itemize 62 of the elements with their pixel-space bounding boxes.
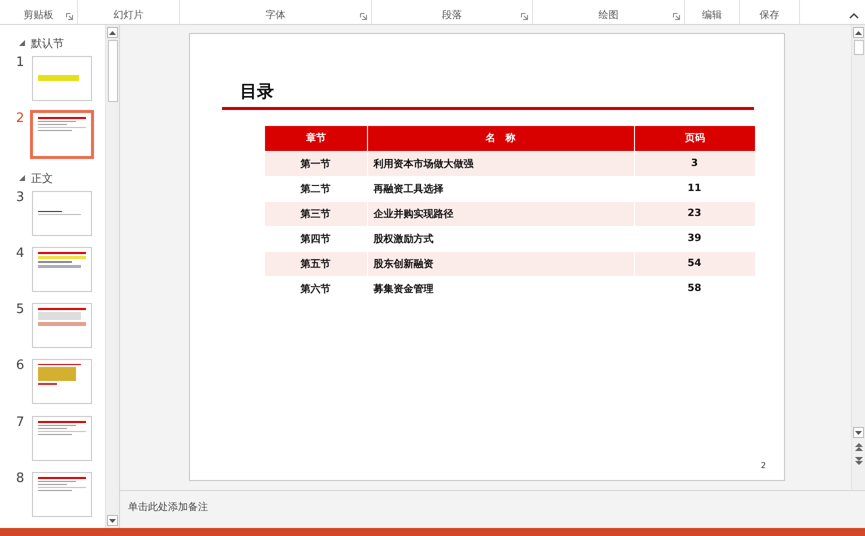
section-title[interactable]: 默认节	[31, 36, 64, 51]
scrollbar[interactable]	[105, 25, 119, 528]
scroll-up-button[interactable]	[107, 27, 118, 38]
slide-number: 3	[16, 190, 24, 207]
table-cell: 企业并购实现路径	[367, 201, 634, 226]
down-arrow-icon	[855, 430, 862, 434]
table-cell: 利用资本市场做大做强	[367, 151, 634, 176]
ribbon-group-label: 幻灯片	[114, 8, 144, 22]
ribbon-group-label: 剪贴板	[24, 8, 54, 22]
scroll-thumb[interactable]	[108, 40, 118, 102]
table-header: 章节	[265, 126, 368, 151]
collapse-ribbon-icon[interactable]	[849, 12, 859, 19]
table-header: 名 称	[367, 126, 634, 151]
dialog-launcher-icon[interactable]	[673, 13, 680, 20]
slide-number: 2	[16, 112, 24, 128]
slide-thumbnail[interactable]	[32, 247, 92, 292]
up-arrow-icon	[109, 30, 116, 34]
table-cell: 54	[634, 251, 756, 276]
scroll-down-button[interactable]	[107, 515, 118, 526]
slide-number: 4	[16, 247, 24, 263]
slide-number: 5	[16, 303, 24, 320]
dialog-launcher-icon[interactable]	[360, 13, 367, 20]
scroll-up-button[interactable]	[853, 27, 864, 38]
ribbon-group-label: 编辑	[702, 8, 722, 22]
slide-number: 8	[16, 472, 24, 488]
down-arrow-icon	[109, 518, 116, 522]
collapse-triangle-icon[interactable]	[19, 175, 25, 182]
slide-thumbnail[interactable]	[32, 472, 92, 517]
dialog-launcher-icon[interactable]	[66, 13, 73, 20]
table-header: 页码	[634, 126, 756, 151]
section-title[interactable]: 正文	[31, 170, 53, 186]
slide-thumbnail[interactable]	[32, 416, 92, 461]
notes-placeholder: 单击此处添加备注	[128, 502, 208, 513]
slide-title: 目录	[222, 80, 754, 110]
table-cell: 3	[634, 151, 756, 176]
slide-number: 7	[16, 416, 24, 432]
scrollbar[interactable]	[851, 25, 865, 490]
ribbon-group-label: 保存	[760, 9, 780, 22]
notes-pane[interactable]: 单击此处添加备注	[120, 490, 865, 528]
table-cell: 23	[634, 201, 756, 226]
slide-thumbnail[interactable]	[32, 359, 92, 404]
next-slide-icon[interactable]	[854, 456, 862, 466]
slide-number: 1	[16, 56, 24, 72]
slide-thumbnail[interactable]	[32, 190, 92, 236]
ribbon-group-label: 段落	[442, 8, 462, 22]
scroll-thumb[interactable]	[854, 40, 864, 55]
previous-slide-icon[interactable]	[854, 442, 862, 452]
collapse-triangle-icon[interactable]	[19, 40, 25, 46]
slide-number: 6	[16, 359, 24, 376]
up-arrow-icon	[855, 30, 862, 34]
ribbon-group-label: 绘图	[598, 9, 618, 22]
scroll-down-button[interactable]	[853, 427, 864, 438]
dialog-launcher-icon[interactable]	[521, 13, 528, 20]
ribbon-group-label: 字体	[266, 8, 286, 22]
table-cell: 第三节	[265, 201, 368, 226]
page-number: 2	[760, 461, 766, 470]
slide-thumbnail[interactable]	[32, 56, 92, 101]
table-cell: 股东创新融资	[367, 251, 634, 276]
slide-thumbnail[interactable]	[32, 303, 92, 348]
table-cell: 第一节	[265, 151, 368, 176]
slide-thumbnail[interactable]	[30, 110, 94, 159]
table-cell: 第五节	[265, 251, 368, 276]
